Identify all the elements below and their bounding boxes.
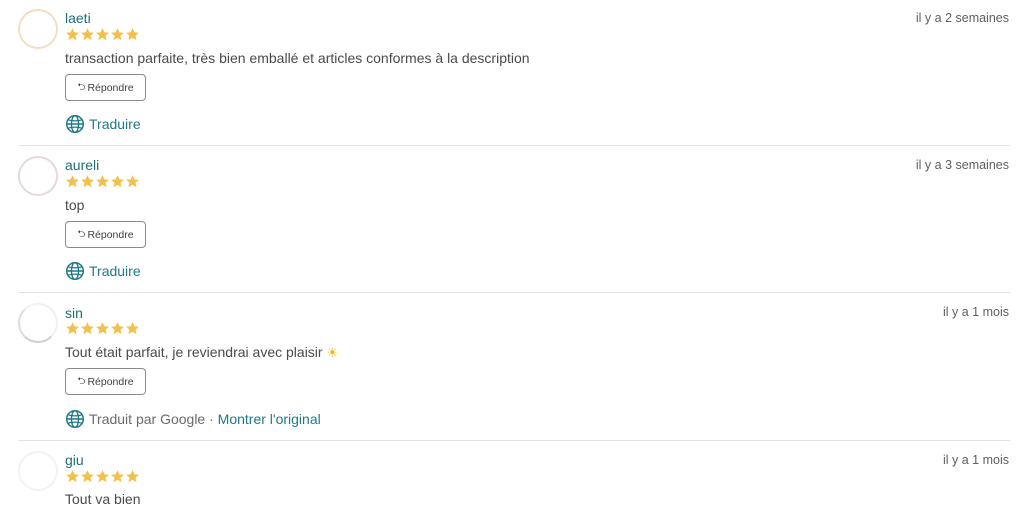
avatar[interactable]	[18, 303, 58, 343]
globe-icon	[65, 114, 85, 134]
review-comment-text: Tout était parfait, je reviendrai avec p…	[65, 344, 323, 360]
review-date: il y a 2 semaines	[915, 11, 1009, 25]
review-item: aureli il y a 3 semaines top ⮌ Répondre …	[0, 146, 1024, 292]
translation-info-row: Traduit par Google · Montrer l'original	[65, 409, 321, 429]
reply-button[interactable]: ⮌ Répondre	[65, 74, 146, 101]
star-icon	[66, 470, 79, 483]
sun-emoji-icon: ☀	[326, 345, 339, 360]
star-icon	[96, 470, 109, 483]
star-icon	[96, 322, 109, 335]
avatar[interactable]	[18, 156, 58, 196]
review-date: il y a 1 mois	[943, 453, 1009, 467]
avatar[interactable]	[18, 9, 58, 49]
star-icon	[111, 175, 124, 188]
review-item: sin il y a 1 mois Tout était parfait, je…	[0, 293, 1024, 440]
translate-row[interactable]: Traduire	[65, 261, 141, 281]
reply-button-label: Répondre	[87, 375, 134, 388]
rating-stars	[65, 174, 140, 189]
globe-icon	[65, 409, 85, 429]
reply-icon: ⮌	[77, 81, 86, 93]
star-icon	[66, 322, 79, 335]
review-username[interactable]: aureli	[65, 157, 99, 173]
reply-icon: ⮌	[77, 375, 86, 387]
star-icon	[81, 175, 94, 188]
star-icon	[126, 175, 139, 188]
review-item: giu il y a 1 mois Tout va bien	[0, 441, 1024, 514]
rating-stars	[65, 321, 140, 336]
star-icon	[66, 28, 79, 41]
review-comment: transaction parfaite, très bien emballé …	[65, 50, 530, 66]
star-icon	[111, 322, 124, 335]
translate-link[interactable]: Traduire	[89, 116, 141, 132]
star-icon	[96, 175, 109, 188]
review-comment: Tout va bien	[65, 491, 141, 507]
show-original-link[interactable]: Montrer l'original	[218, 411, 321, 427]
avatar[interactable]	[18, 451, 58, 491]
rating-stars	[65, 27, 140, 42]
review-comment: Tout était parfait, je reviendrai avec p…	[65, 344, 338, 361]
review-username[interactable]: giu	[65, 452, 84, 468]
translate-row[interactable]: Traduire	[65, 114, 141, 134]
separator: ·	[205, 411, 218, 427]
review-item: laeti il y a 2 semaines transaction parf…	[0, 0, 1024, 145]
globe-icon	[65, 261, 85, 281]
review-date: il y a 1 mois	[943, 305, 1009, 319]
star-icon	[126, 470, 139, 483]
star-icon	[126, 28, 139, 41]
star-icon	[111, 28, 124, 41]
review-username[interactable]: sin	[65, 305, 83, 321]
reply-button-label: Répondre	[87, 81, 134, 94]
star-icon	[81, 28, 94, 41]
reply-icon: ⮌	[77, 228, 86, 240]
star-icon	[81, 322, 94, 335]
star-icon	[66, 175, 79, 188]
star-icon	[81, 470, 94, 483]
star-icon	[96, 28, 109, 41]
rating-stars	[65, 469, 140, 484]
reply-button[interactable]: ⮌ Répondre	[65, 368, 146, 395]
translate-link[interactable]: Traduire	[89, 263, 141, 279]
reply-button-label: Répondre	[87, 228, 134, 241]
reply-button[interactable]: ⮌ Répondre	[65, 221, 146, 248]
star-icon	[126, 322, 139, 335]
translated-by-label: Traduit par Google	[89, 411, 206, 427]
review-username[interactable]: laeti	[65, 10, 91, 26]
star-icon	[111, 470, 124, 483]
review-date: il y a 3 semaines	[915, 158, 1009, 172]
review-comment: top	[65, 197, 85, 213]
